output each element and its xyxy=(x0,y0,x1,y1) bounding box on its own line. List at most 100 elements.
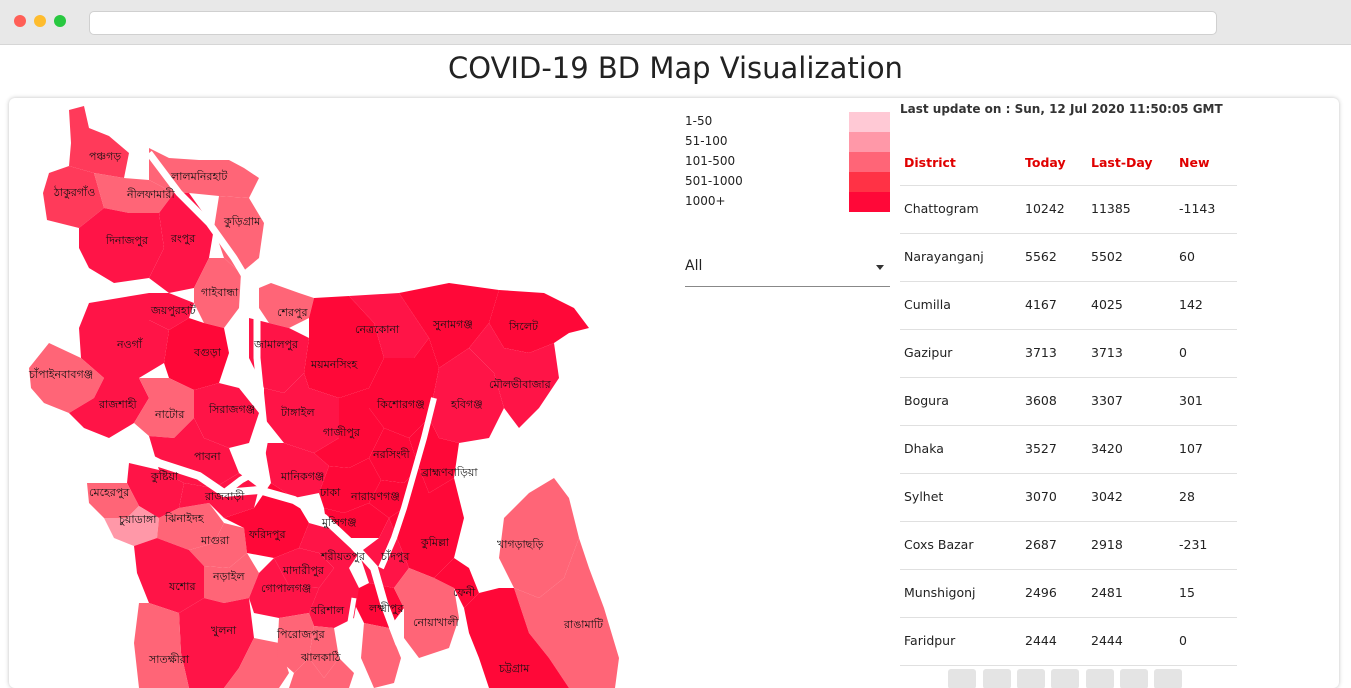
cell-new: 0 xyxy=(1179,633,1187,648)
district-label: খাগড়াছড়ি xyxy=(497,538,543,551)
table-row[interactable]: Coxs Bazar 2687 2918 -231 xyxy=(900,522,1237,570)
district-label: চাঁদপুর xyxy=(380,549,410,563)
district-label: নওগাঁ xyxy=(116,337,143,351)
header-district[interactable]: District xyxy=(904,155,956,170)
legend-item: 51-100 xyxy=(685,132,895,152)
legend-label: 1-50 xyxy=(685,114,713,128)
district-label: ময়মনসিংহ xyxy=(310,358,358,371)
district-label: শেরপুর xyxy=(277,306,308,319)
page-button[interactable] xyxy=(1051,669,1079,688)
district-label: ঢাকা xyxy=(319,486,341,499)
legend-item: 501-1000 xyxy=(685,172,895,192)
maximize-window-icon[interactable] xyxy=(54,15,66,27)
district-label: লালমনিরহাট xyxy=(170,170,228,183)
district-label: টাঙ্গাইল xyxy=(280,406,315,419)
content-card: পঞ্চগড় ঠাকুরগাঁও নীলফামারী লালমনিরহাট কুড়ি… xyxy=(9,98,1339,688)
map-svg[interactable]: পঞ্চগড় ঠাকুরগাঁও নীলফামারী লালমনিরহাট কুড়ি… xyxy=(9,98,659,688)
cell-district: Narayanganj xyxy=(904,249,984,264)
district-label: নোয়াখালী xyxy=(413,616,459,629)
last-update-text: Last update on : Sun, 12 Jul 2020 11:50:… xyxy=(900,102,1223,116)
district-label: নরসিংদী xyxy=(372,448,411,461)
cell-new: -231 xyxy=(1179,537,1208,552)
cell-new: 60 xyxy=(1179,249,1195,264)
legend-swatch xyxy=(849,132,890,152)
table-row[interactable]: Narayanganj 5562 5502 60 xyxy=(900,234,1237,282)
district-label: সিলেট xyxy=(508,320,539,333)
district-label: কুড়িগ্রাম xyxy=(223,215,261,228)
district-label: মাদারীপুর xyxy=(282,564,325,577)
cell-new: -1143 xyxy=(1179,201,1216,216)
minimize-window-icon[interactable] xyxy=(34,15,46,27)
district-label: চাঁপাইনবাবগঞ্জ xyxy=(28,367,93,381)
district-label: দিনাজপুর xyxy=(105,234,149,247)
close-window-icon[interactable] xyxy=(14,15,26,27)
cell-district: Gazipur xyxy=(904,345,953,360)
header-last-day[interactable]: Last-Day xyxy=(1091,155,1153,170)
table-row[interactable]: Sylhet 3070 3042 28 xyxy=(900,474,1237,522)
cell-last-day: 2481 xyxy=(1091,585,1123,600)
district-label: সুনামগঞ্জ xyxy=(432,318,473,331)
legend-label: 1000+ xyxy=(685,194,726,208)
district-sylhet[interactable] xyxy=(489,290,589,353)
district-label: বগুড়া xyxy=(193,346,222,359)
table-row[interactable]: Bogura 3608 3307 301 xyxy=(900,378,1237,426)
district-label: সিরাজগঞ্জ xyxy=(208,403,255,416)
legend-item: 1-50 xyxy=(685,112,895,132)
cell-last-day: 2444 xyxy=(1091,633,1123,648)
page-button[interactable] xyxy=(1120,669,1148,688)
district-label: রাঙামাটি xyxy=(563,618,604,631)
district-label: জয়পুরহাট xyxy=(150,304,197,317)
cell-today: 4167 xyxy=(1025,297,1057,312)
cell-new: 301 xyxy=(1179,393,1203,408)
page-button[interactable] xyxy=(983,669,1011,688)
cell-new: 28 xyxy=(1179,489,1195,504)
district-label: রংপুর xyxy=(170,232,196,245)
table-row[interactable]: Faridpur 2444 2444 0 xyxy=(900,618,1237,666)
cell-today: 2444 xyxy=(1025,633,1057,648)
cell-last-day: 4025 xyxy=(1091,297,1123,312)
district-label: গাইবান্ধা xyxy=(201,286,239,299)
cell-last-day: 3713 xyxy=(1091,345,1123,360)
cell-district: Bogura xyxy=(904,393,949,408)
page-button[interactable] xyxy=(1154,669,1182,688)
district-label: নাটোর xyxy=(154,408,185,421)
cell-district: Faridpur xyxy=(904,633,956,648)
cell-last-day: 2918 xyxy=(1091,537,1123,552)
address-bar[interactable] xyxy=(89,11,1217,35)
district-filter-select[interactable]: All xyxy=(685,248,890,287)
district-label: চট্টগ্রাম xyxy=(498,662,530,675)
header-today[interactable]: Today xyxy=(1025,155,1066,170)
district-label: মুন্সিগঞ্জ xyxy=(321,516,357,529)
page-button[interactable] xyxy=(948,669,976,688)
cell-district: Chattogram xyxy=(904,201,979,216)
page-button[interactable] xyxy=(1086,669,1114,688)
district-label: ফেনী xyxy=(453,586,476,599)
chevron-down-icon[interactable] xyxy=(876,265,884,270)
cell-last-day: 3420 xyxy=(1091,441,1123,456)
cell-district: Cumilla xyxy=(904,297,951,312)
legend: 1-50 51-100 101-500 501-1000 1000+ xyxy=(685,112,895,212)
header-new[interactable]: New xyxy=(1179,155,1210,170)
district-label: পাবনা xyxy=(194,450,221,463)
district-label: পিরোজপুর xyxy=(276,628,326,641)
legend-label: 51-100 xyxy=(685,134,728,148)
cell-last-day: 3042 xyxy=(1091,489,1123,504)
district-panchagarh[interactable] xyxy=(69,106,129,178)
district-label: কুমিল্লা xyxy=(420,536,450,549)
bangladesh-district-map[interactable]: পঞ্চগড় ঠাকুরগাঁও নীলফামারী লালমনিরহাট কুড়ি… xyxy=(9,98,659,688)
district-label: মানিকগঞ্জ xyxy=(280,470,324,483)
table-row[interactable]: Cumilla 4167 4025 142 xyxy=(900,282,1237,330)
cell-last-day: 3307 xyxy=(1091,393,1123,408)
page-button[interactable] xyxy=(1017,669,1045,688)
table-row[interactable]: Munshigonj 2496 2481 15 xyxy=(900,570,1237,618)
table-row[interactable]: Dhaka 3527 3420 107 xyxy=(900,426,1237,474)
district-label: বরিশাল xyxy=(310,604,345,617)
district-label: পঞ্চগড় xyxy=(89,150,121,163)
table-row[interactable]: Gazipur 3713 3713 0 xyxy=(900,330,1237,378)
table-row[interactable]: Chattogram 10242 11385 -1143 xyxy=(900,186,1237,234)
district-label: কুষ্টিয়া xyxy=(150,470,179,483)
legend-item: 101-500 xyxy=(685,152,895,172)
district-label: নড়াইল xyxy=(212,570,245,583)
cell-today: 2496 xyxy=(1025,585,1057,600)
cell-new: 15 xyxy=(1179,585,1195,600)
